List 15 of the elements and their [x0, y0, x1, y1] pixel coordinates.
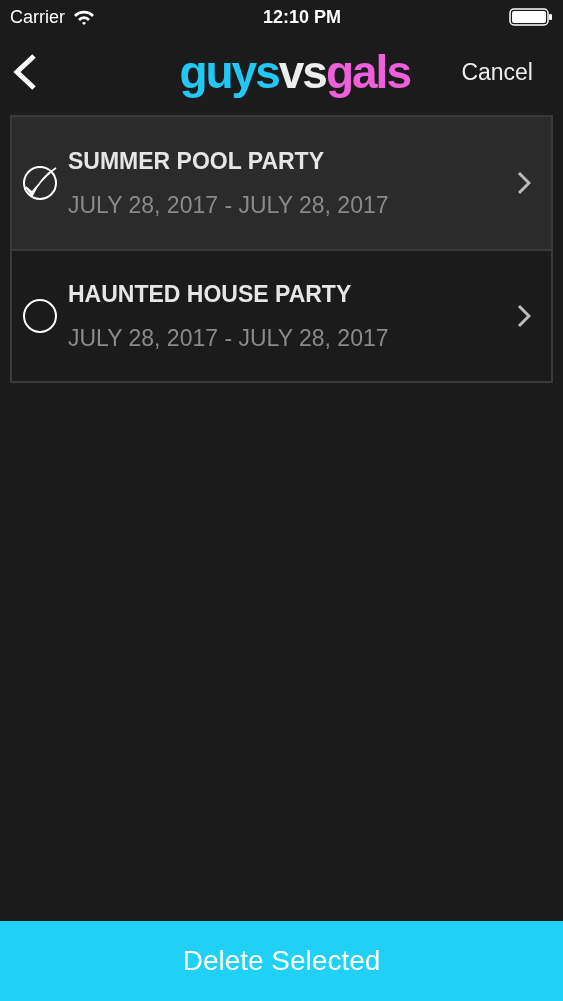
event-dates: JULY 28, 2017 - JULY 28, 2017: [68, 324, 390, 353]
back-icon[interactable]: [12, 53, 38, 91]
chevron-icon: [517, 304, 531, 328]
checked-circle-icon[interactable]: [22, 165, 58, 201]
wifi-icon: [73, 9, 95, 25]
event-title: SUMMER POOL PARTY: [68, 146, 325, 176]
cancel-button[interactable]: Cancel: [461, 54, 551, 90]
battery-icon: [509, 8, 553, 26]
carrier-label: Carrier: [10, 5, 65, 29]
unchecked-circle-icon[interactable]: [22, 298, 58, 334]
time-label: 12:10 PM: [263, 5, 342, 29]
event-title: HAUNTED HOUSE PARTY: [68, 279, 353, 309]
chevron-icon: [517, 171, 531, 195]
event-dates: JULY 28, 2017 - JULY 28, 2017: [68, 191, 390, 220]
event-row[interactable]: SUMMER POOL PARTY JULY 28, 2017 - JULY 28, 2017: [12, 117, 551, 249]
